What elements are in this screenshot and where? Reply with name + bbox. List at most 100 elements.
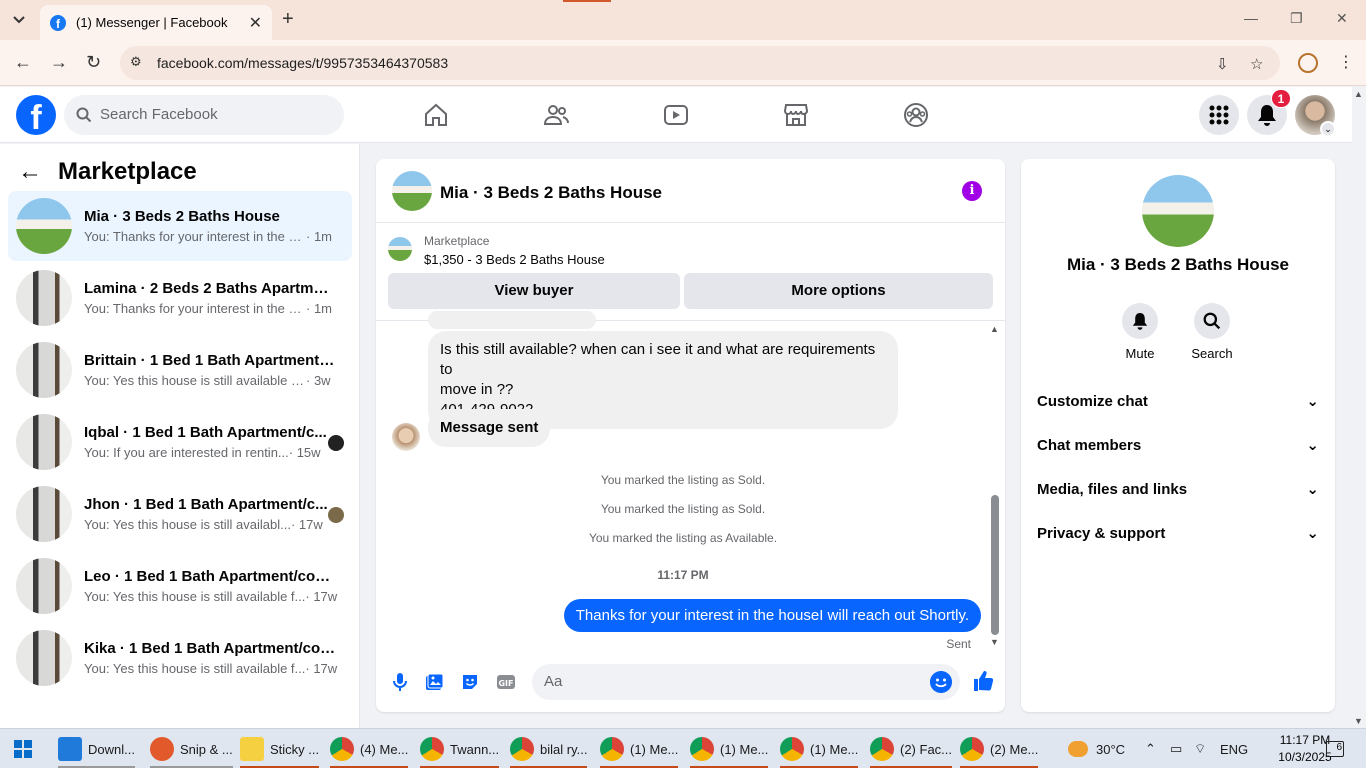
thumbs-up-icon[interactable] bbox=[972, 670, 994, 692]
omnibox[interactable]: ⚙ facebook.com/messages/t/99573534643705… bbox=[120, 46, 1280, 80]
conversation-item[interactable]: Lamina · 2 Beds 2 Baths Apartmen... You:… bbox=[8, 263, 352, 333]
message-input[interactable]: Aa bbox=[532, 664, 960, 700]
outgoing-message-bubble[interactable]: Thanks for your interest in the houseI w… bbox=[563, 599, 981, 632]
search-placeholder: Search Facebook bbox=[100, 106, 218, 123]
taskbar-item-chrome[interactable]: (1) Me... bbox=[600, 729, 679, 768]
search-action[interactable]: Search bbox=[1182, 303, 1242, 361]
tab-title: (1) Messenger | Facebook bbox=[76, 15, 228, 30]
chrome-icon bbox=[690, 737, 714, 761]
photo-icon[interactable] bbox=[424, 672, 444, 692]
conversation-name: Brittain · 1 Bed 1 Bath Apartment/c... bbox=[84, 352, 336, 369]
page-scrollbar[interactable]: ▲ ▼ bbox=[1352, 87, 1366, 728]
info-icon[interactable]: i bbox=[962, 181, 982, 201]
browser-tab-active[interactable]: f (1) Messenger | Facebook ✕ bbox=[40, 5, 272, 40]
taskbar-item-downloads[interactable]: Downl... bbox=[58, 729, 135, 768]
weather-widget[interactable]: 30°C bbox=[1068, 729, 1125, 768]
taskbar-item-sticky[interactable]: Sticky ... bbox=[240, 729, 320, 768]
taskbar-item-chrome[interactable]: bilal ry... bbox=[510, 729, 588, 768]
taskbar-item-snip[interactable]: Snip & ... bbox=[150, 729, 233, 768]
marketplace-icon[interactable] bbox=[782, 101, 810, 129]
network-icon[interactable]: ⌔ bbox=[1194, 729, 1206, 768]
gif-icon[interactable]: GIF bbox=[496, 672, 516, 692]
account-chevron-icon[interactable]: ⌄ bbox=[1320, 121, 1336, 137]
listing-price-title[interactable]: $1,350 - 3 Beds 2 Baths House bbox=[424, 252, 605, 267]
taskbar-item-chrome[interactable]: (1) Me... bbox=[690, 729, 769, 768]
new-tab-button[interactable]: + bbox=[282, 8, 294, 31]
view-buyer-button[interactable]: View buyer bbox=[388, 273, 680, 309]
download-icon bbox=[58, 737, 82, 761]
menu-grid-button[interactable] bbox=[1199, 95, 1239, 135]
groups-icon[interactable] bbox=[902, 101, 930, 129]
seen-avatar bbox=[328, 507, 344, 523]
forward-button[interactable]: → bbox=[50, 52, 68, 73]
url-text[interactable]: facebook.com/messages/t/9957353464370583 bbox=[157, 55, 448, 71]
browser-profile-icon[interactable] bbox=[1298, 53, 1318, 73]
tab-close-icon[interactable]: ✕ bbox=[249, 13, 262, 33]
page-scroll-up-arrow[interactable]: ▲ bbox=[1354, 89, 1363, 99]
notification-center-icon[interactable]: 6 bbox=[1326, 741, 1344, 757]
chat-scrollbar-thumb[interactable] bbox=[991, 495, 999, 635]
video-icon[interactable] bbox=[662, 101, 690, 129]
snip-icon bbox=[150, 737, 174, 761]
scroll-down-arrow[interactable]: ▼ bbox=[990, 637, 999, 647]
friends-icon[interactable] bbox=[542, 101, 570, 129]
conversation-item[interactable]: Iqbal · 1 Bed 1 Bath Apartment/c... You:… bbox=[8, 407, 352, 477]
restore-button[interactable]: ❐ bbox=[1290, 10, 1303, 27]
marketplace-title: Marketplace bbox=[58, 158, 197, 185]
search-icon bbox=[1203, 312, 1221, 330]
conversation-item[interactable]: Brittain · 1 Bed 1 Bath Apartment/c... Y… bbox=[8, 335, 352, 405]
sender-avatar[interactable] bbox=[392, 423, 420, 451]
conversation-name: Leo · 1 Bed 1 Bath Apartment/condo bbox=[84, 568, 336, 585]
chat-panel: Mia · 3 Beds 2 Baths House i Marketplace… bbox=[376, 159, 1005, 712]
page-scroll-down-arrow[interactable]: ▼ bbox=[1354, 716, 1363, 726]
message-sent-bubble[interactable]: Message sent bbox=[428, 409, 551, 447]
site-info-icon[interactable]: ⚙ bbox=[130, 54, 142, 70]
conversation-preview: You: Thanks for your interest in the h..… bbox=[84, 301, 332, 316]
marketplace-conversation-list: ← Marketplace Mia · 3 Beds 2 Baths House… bbox=[0, 144, 360, 728]
listing-thumbnail bbox=[16, 198, 72, 254]
conversation-item[interactable]: Leo · 1 Bed 1 Bath Apartment/condo You: … bbox=[8, 551, 352, 621]
windows-start-icon[interactable] bbox=[14, 740, 32, 758]
sticker-icon[interactable] bbox=[460, 672, 480, 692]
conversation-item[interactable]: Kika · 1 Bed 1 Bath Apartment/con... You… bbox=[8, 623, 352, 693]
chat-thumbnail[interactable] bbox=[392, 171, 432, 211]
minimize-button[interactable]: — bbox=[1244, 10, 1258, 26]
conversation-preview: You: Yes this house is still available f… bbox=[84, 373, 331, 388]
back-button[interactable]: ← bbox=[14, 52, 32, 73]
scroll-up-arrow[interactable]: ▲ bbox=[990, 324, 999, 334]
listing-thumbnail bbox=[16, 558, 72, 614]
install-app-icon[interactable]: ⇩ bbox=[1216, 55, 1229, 73]
media-files-links-section[interactable]: Media, files and links ⌄ bbox=[1037, 469, 1319, 509]
back-arrow-icon[interactable]: ← bbox=[18, 158, 42, 186]
language-indicator[interactable]: ENG bbox=[1220, 729, 1248, 768]
seen-avatar bbox=[328, 435, 344, 451]
taskbar-item-chrome[interactable]: (2) Me... bbox=[960, 729, 1039, 768]
listing-mini-thumbnail bbox=[388, 237, 412, 261]
microphone-icon[interactable] bbox=[390, 672, 410, 692]
emoji-icon[interactable] bbox=[930, 671, 952, 693]
taskbar-item-chrome[interactable]: Twann... bbox=[420, 729, 500, 768]
privacy-support-section[interactable]: Privacy & support ⌄ bbox=[1037, 513, 1319, 553]
device-icon[interactable]: ▭ bbox=[1170, 729, 1182, 768]
facebook-search-box[interactable]: Search Facebook bbox=[64, 95, 344, 135]
close-window-button[interactable]: ✕ bbox=[1336, 10, 1348, 27]
browser-menu-icon[interactable]: ⋮ bbox=[1338, 52, 1354, 72]
more-options-button[interactable]: More options bbox=[684, 273, 993, 309]
conversation-item[interactable]: Jhon · 1 Bed 1 Bath Apartment/c... You: … bbox=[8, 479, 352, 549]
grid-menu-icon bbox=[1209, 105, 1229, 125]
listing-large-thumbnail[interactable] bbox=[1142, 175, 1214, 247]
home-icon[interactable] bbox=[422, 101, 450, 129]
chat-members-section[interactable]: Chat members ⌄ bbox=[1037, 425, 1319, 465]
taskbar-item-chrome[interactable]: (4) Me... bbox=[330, 729, 409, 768]
taskbar-item-chrome[interactable]: (1) Me... bbox=[780, 729, 859, 768]
taskbar-item-chrome[interactable]: (2) Fac... bbox=[870, 729, 953, 768]
tab-search-dropdown[interactable] bbox=[6, 7, 32, 33]
mute-action[interactable]: Mute bbox=[1110, 303, 1170, 361]
conversation-item[interactable]: Mia · 3 Beds 2 Baths House You: Thanks f… bbox=[8, 191, 352, 261]
customize-chat-section[interactable]: Customize chat ⌄ bbox=[1037, 381, 1319, 421]
chevron-up-icon[interactable]: ⌃ bbox=[1145, 729, 1156, 768]
reload-button[interactable]: ↻ bbox=[86, 52, 101, 73]
chat-title[interactable]: Mia · 3 Beds 2 Baths House bbox=[440, 183, 662, 203]
facebook-logo-icon[interactable]: f bbox=[16, 95, 56, 135]
bookmark-star-icon[interactable]: ☆ bbox=[1250, 55, 1263, 73]
